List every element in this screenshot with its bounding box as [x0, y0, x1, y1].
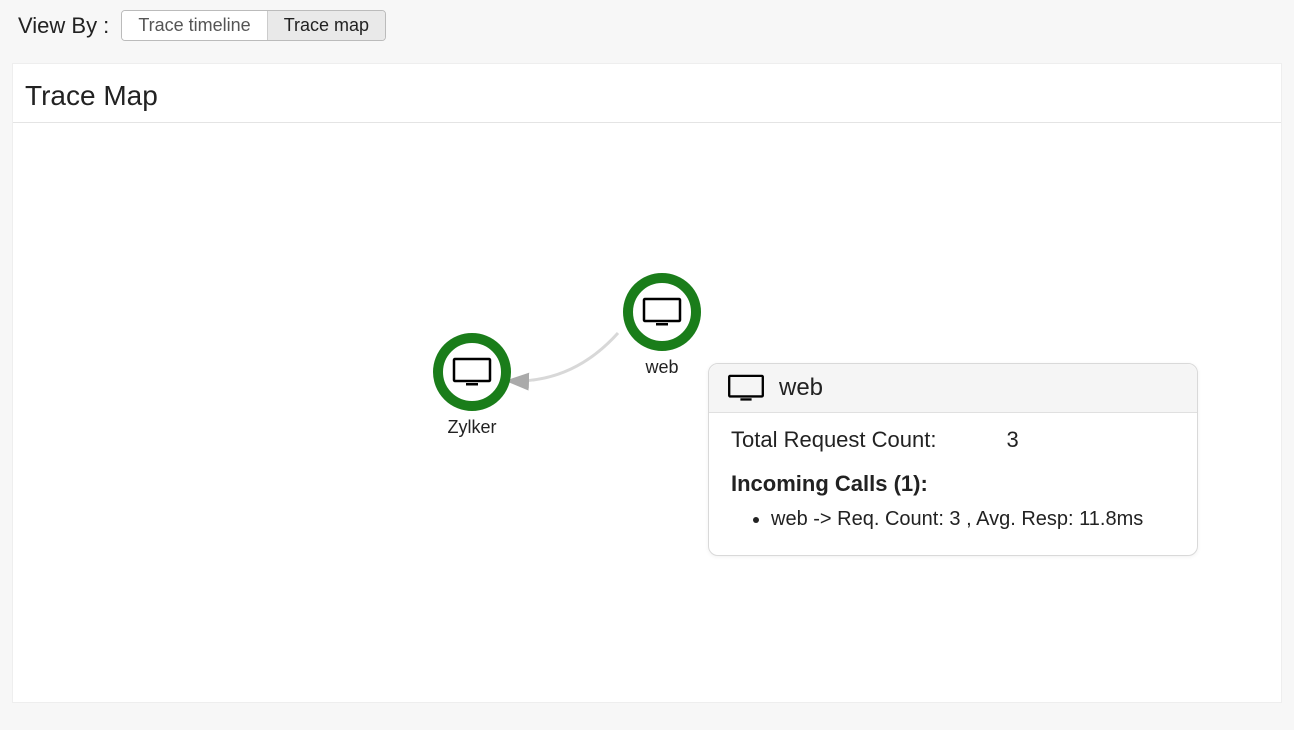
view-by-label: View By :: [18, 13, 109, 39]
tab-trace-timeline[interactable]: Trace timeline: [122, 11, 266, 40]
tooltip-total-value: 3: [1006, 427, 1036, 453]
tooltip-body: Total Request Count: 3 Incoming Calls (1…: [709, 413, 1197, 555]
node-zylker-label: Zylker: [448, 417, 497, 438]
panel-title: Trace Map: [13, 64, 1281, 123]
view-by-toggle: Trace timeline Trace map: [121, 10, 386, 41]
node-web[interactable]: web: [623, 273, 701, 378]
tab-trace-map[interactable]: Trace map: [267, 11, 385, 40]
tooltip-incoming-label: Incoming Calls (1):: [731, 471, 1175, 497]
node-web-label: web: [645, 357, 678, 378]
tooltip-header: web: [709, 364, 1197, 413]
view-by-toolbar: View By : Trace timeline Trace map: [0, 0, 1294, 51]
tooltip-total-label: Total Request Count:: [731, 427, 936, 453]
trace-map-canvas: Zylker web web Total: [13, 123, 1281, 683]
monitor-icon: [642, 297, 682, 327]
monitor-icon: [727, 374, 765, 402]
node-web-circle: [623, 273, 701, 351]
node-zylker-circle: [433, 333, 511, 411]
monitor-icon: [452, 357, 492, 387]
tooltip-title: web: [779, 374, 823, 402]
trace-map-panel: Trace Map Zylker: [12, 63, 1282, 703]
tooltip-incoming-list: web -> Req. Count: 3 , Avg. Resp: 11.8ms: [731, 505, 1175, 533]
tooltip-incoming-item: web -> Req. Count: 3 , Avg. Resp: 11.8ms: [771, 505, 1175, 533]
node-detail-tooltip: web Total Request Count: 3 Incoming Call…: [708, 363, 1198, 556]
tooltip-total-row: Total Request Count: 3: [731, 427, 1175, 453]
node-zylker[interactable]: Zylker: [433, 333, 511, 438]
